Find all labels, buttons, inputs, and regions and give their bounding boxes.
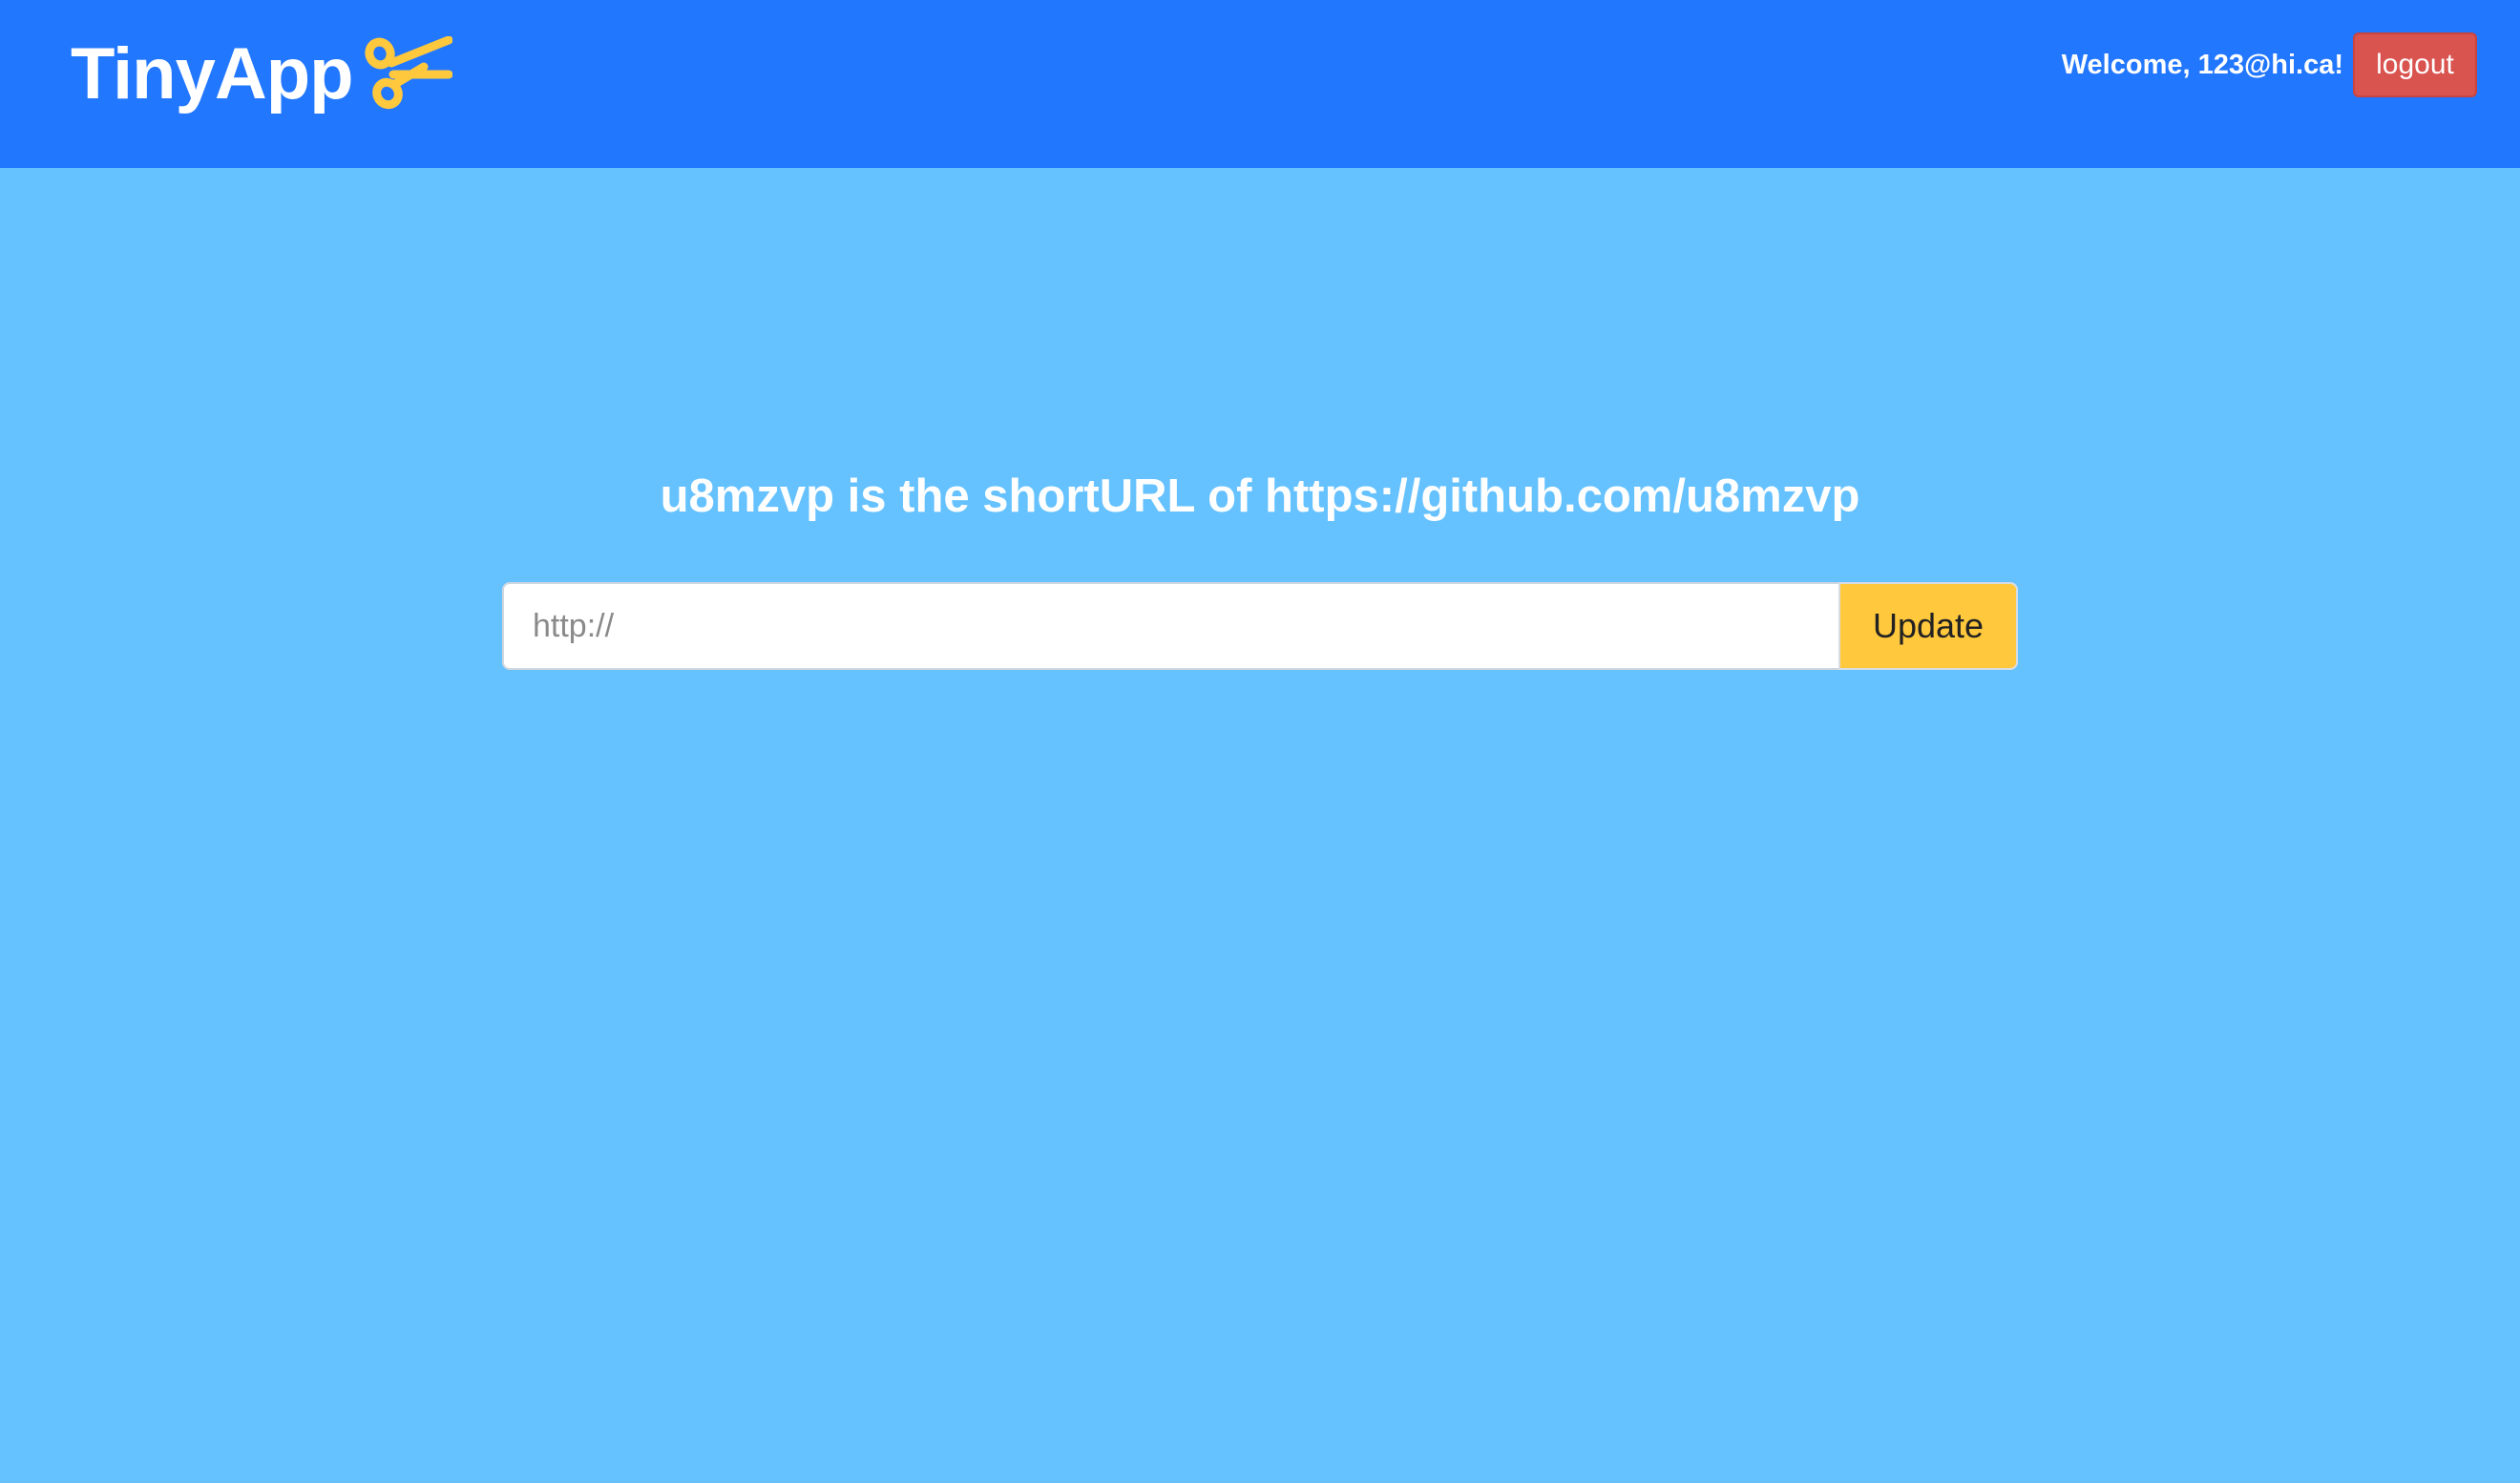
update-button[interactable]: Update	[1838, 582, 2018, 670]
brand-link[interactable]: TinyApp	[71, 27, 452, 122]
page-heading: u8mzvp is the shortURL of https://github…	[660, 470, 1860, 522]
brand-name: TinyApp	[71, 33, 354, 115]
navbar: TinyApp Welcome, 123@hi.ca! logout	[0, 0, 2520, 168]
scissors-icon	[364, 36, 452, 110]
welcome-message: Welcome, 123@hi.ca!	[2061, 50, 2343, 80]
main-content: u8mzvp is the shortURL of https://github…	[0, 168, 2520, 1483]
long-url-input[interactable]	[502, 582, 1838, 670]
logout-button[interactable]: logout	[2353, 32, 2477, 97]
user-area: Welcome, 123@hi.ca! logout	[2062, 32, 2477, 97]
update-url-form: Update	[502, 582, 2018, 670]
